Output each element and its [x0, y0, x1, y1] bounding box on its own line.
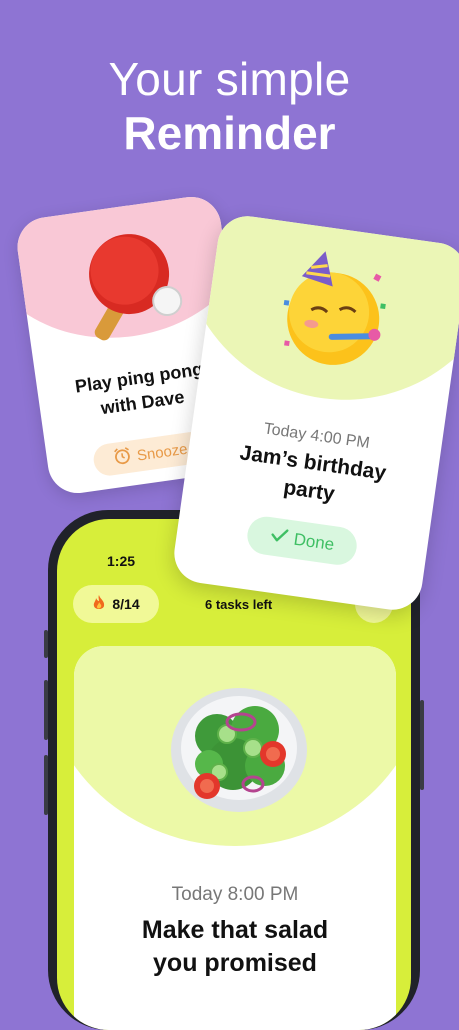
reminder-card-birthday[interactable]: Today 4:00 PM Jam’s birthday party Done — [170, 212, 459, 614]
phone-side-button — [44, 755, 48, 815]
ping-pong-icon — [61, 218, 197, 354]
task-title-line-2: you promised — [153, 949, 317, 977]
checkmark-icon — [269, 526, 290, 549]
phone-power-button — [420, 700, 424, 790]
task-title: Make that salad you promised — [74, 914, 396, 980]
headline-line-1: Your simple — [108, 53, 351, 105]
fire-icon — [92, 594, 106, 614]
task-card[interactable]: Today 8:00 PM Make that salad you promis… — [74, 646, 396, 1030]
phone-side-button — [44, 630, 48, 658]
phone-side-button — [44, 680, 48, 740]
snooze-label: Snooze — [135, 440, 189, 465]
alarm-clock-icon — [112, 446, 133, 470]
done-label: Done — [292, 529, 336, 555]
streak-badge[interactable]: 8/14 — [73, 585, 159, 623]
task-time: Today 8:00 PM — [171, 884, 299, 905]
party-face-icon — [261, 239, 408, 386]
headline-line-2: Reminder — [123, 107, 336, 159]
headline: Your simple Reminder — [0, 52, 459, 160]
done-button[interactable]: Done — [244, 514, 360, 568]
salad-icon — [169, 676, 309, 816]
tasks-left-label: 6 tasks left — [205, 597, 273, 612]
task-title-line-1: Make that salad — [141, 916, 329, 944]
status-time: 1:25 — [107, 553, 136, 569]
streak-count: 8/14 — [112, 596, 140, 612]
